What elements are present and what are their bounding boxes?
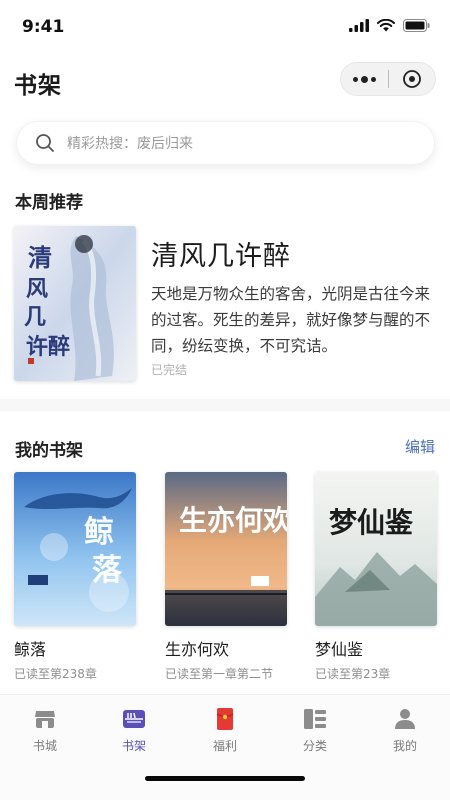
- tab-welfare[interactable]: 福利: [190, 707, 260, 754]
- book-progress: 已读至第23章: [315, 667, 391, 681]
- shelf-book[interactable]: 梦仙鉴 梦仙鉴 已读至第23章: [315, 472, 437, 682]
- book-title: 生亦何欢: [165, 640, 230, 659]
- tab-label: 福利: [212, 739, 237, 753]
- svg-text:风: 风: [26, 276, 48, 302]
- bookshelf-icon: [122, 707, 146, 731]
- header: 书架: [0, 56, 450, 106]
- mini-program-capsule: [340, 62, 436, 96]
- category-icon: [303, 707, 327, 731]
- featured-book-status: 已完结: [151, 363, 188, 377]
- search-bar[interactable]: 精彩热搜：废后归来: [16, 121, 435, 165]
- red-envelope-icon: [213, 707, 237, 731]
- tab-profile[interactable]: 我的: [370, 707, 440, 754]
- jingluo-cover-art: 鲸 落: [14, 472, 136, 626]
- mengxianjian-cover-art: 梦仙鉴: [315, 472, 437, 626]
- weekly-section-title: 本周推荐: [15, 193, 83, 213]
- tab-label: 我的: [392, 739, 417, 753]
- tab-bookstore[interactable]: 书城: [10, 707, 80, 754]
- book-title: 梦仙鉴: [315, 640, 364, 659]
- more-dot-icon: [371, 76, 376, 82]
- book-cover[interactable]: 梦仙鉴: [315, 472, 437, 626]
- shelf-book[interactable]: 鲸 落 鲸落 已读至第238章: [14, 472, 136, 682]
- svg-text:清: 清: [28, 243, 52, 272]
- profile-icon: [393, 707, 417, 731]
- shelf-section-title: 我的书架: [15, 441, 83, 461]
- book-title: 鲸落: [14, 640, 47, 659]
- shelf-book[interactable]: 生亦何欢 生亦何欢 已读至第一章第二节: [165, 472, 287, 682]
- section-separator: [0, 399, 450, 411]
- book-cover[interactable]: 鲸 落: [14, 472, 136, 626]
- tab-label: 书架: [121, 739, 146, 753]
- featured-cover-art: 清 风 几 许醉: [14, 226, 136, 381]
- book-progress: 已读至第238章: [14, 667, 97, 681]
- signal-icon: [349, 19, 369, 32]
- tab-category[interactable]: 分类: [280, 707, 350, 754]
- close-button[interactable]: [389, 63, 435, 95]
- close-circle-icon: [403, 70, 421, 88]
- store-icon: [33, 707, 57, 731]
- page-title: 书架: [14, 73, 62, 99]
- shengyihehuan-cover-art: 生亦何欢: [165, 472, 287, 626]
- home-indicator: [145, 776, 305, 781]
- svg-text:梦仙鉴: 梦仙鉴: [329, 506, 414, 539]
- tab-label: 书城: [32, 739, 57, 753]
- more-dot-icon: [361, 75, 368, 83]
- svg-text:生亦何欢: 生亦何欢: [179, 504, 287, 537]
- tab-bar: 书城 书架 福利 分类 我的: [0, 694, 450, 800]
- battery-icon: [403, 19, 430, 32]
- wifi-icon: [377, 19, 395, 32]
- featured-book-description: 天地是万物众生的客舍，光阴是古往今来的过客。死生的差异，就好像梦与醒的不同，纷纭…: [151, 285, 431, 355]
- search-placeholder: 精彩热搜：废后归来: [67, 136, 193, 152]
- edit-button[interactable]: 编辑: [405, 436, 435, 457]
- featured-book-title[interactable]: 清风几许醉: [151, 234, 291, 273]
- svg-text:许醉: 许醉: [26, 334, 70, 360]
- tab-label: 分类: [302, 739, 327, 753]
- svg-text:鲸: 鲸: [84, 515, 114, 550]
- search-icon: [36, 134, 54, 152]
- status-time: 9:41: [22, 17, 65, 37]
- svg-text:落: 落: [92, 553, 123, 588]
- status-icons: [349, 19, 430, 32]
- tab-bookshelf[interactable]: 书架: [99, 707, 169, 754]
- featured-book-cover[interactable]: 清 风 几 许醉: [14, 226, 136, 381]
- more-button[interactable]: [341, 63, 388, 95]
- book-cover[interactable]: 生亦何欢: [165, 472, 287, 626]
- status-bar: 9:41: [0, 0, 450, 56]
- svg-text:几: 几: [24, 304, 46, 330]
- more-dot-icon: [353, 76, 358, 82]
- book-progress: 已读至第一章第二节: [165, 667, 274, 681]
